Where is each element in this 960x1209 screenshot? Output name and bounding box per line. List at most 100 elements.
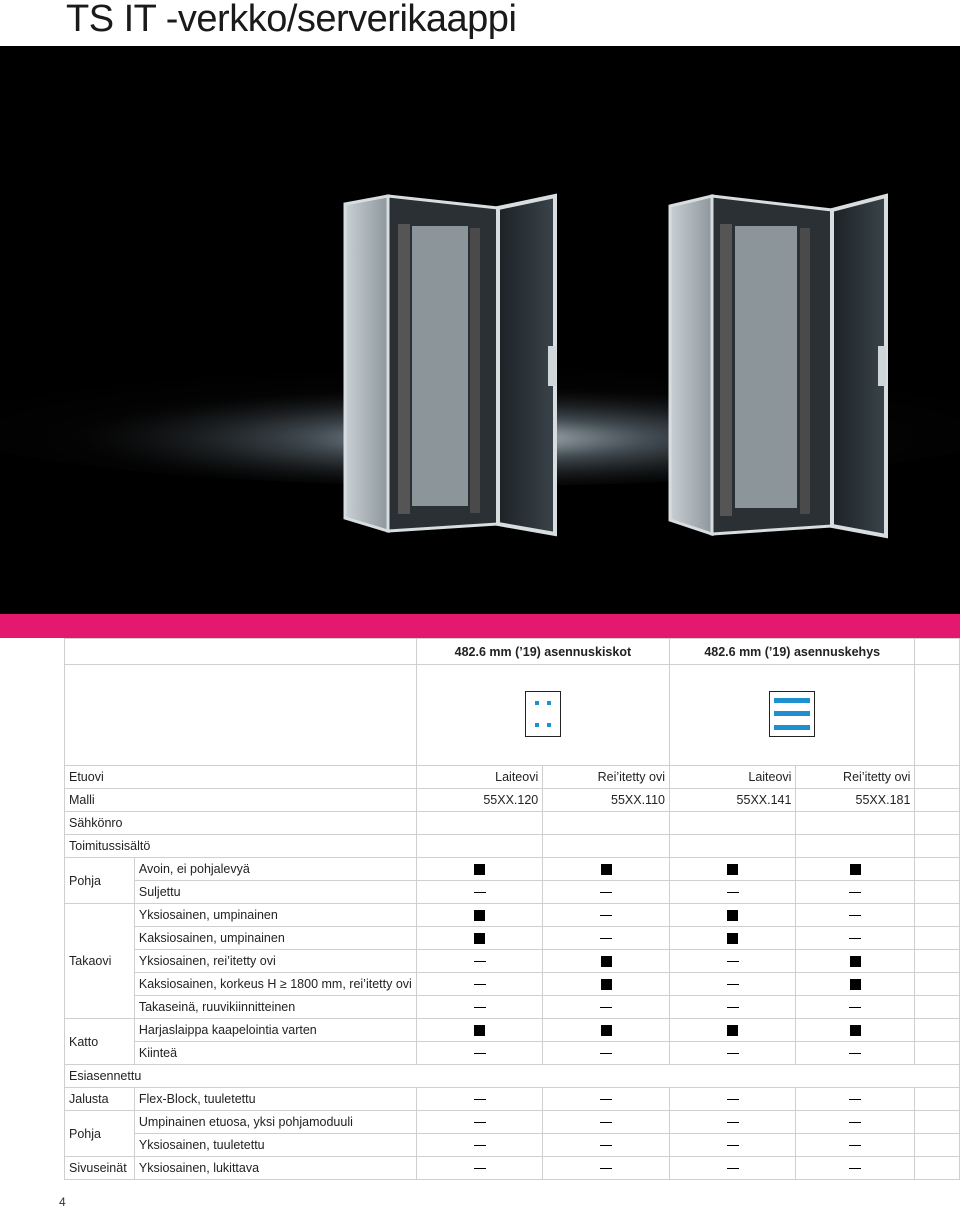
right-cabinet: [668, 193, 888, 539]
model-number: 55XX.120: [415, 788, 544, 812]
included-mark-icon: [849, 1025, 861, 1037]
page-number: 4: [59, 1195, 66, 1209]
product-photo: [0, 46, 960, 614]
not-included-dash-icon: [726, 1007, 739, 1009]
not-included-dash-icon: [473, 1099, 486, 1101]
option-label: Yksiosainen, tuuletettu: [133, 1133, 417, 1157]
table-row: Takaseinä, ruuvikiinnitteinen: [65, 995, 960, 1019]
accent-bar: [0, 614, 960, 638]
not-included-dash-icon: [600, 915, 613, 917]
included-mark-icon: [600, 956, 612, 968]
not-included-dash-icon: [726, 1145, 739, 1147]
included-mark-icon: [600, 1025, 612, 1037]
option-label: Yksiosainen, umpinainen: [133, 903, 417, 927]
row-label-esiasennettu: Esiasennettu: [64, 1064, 960, 1088]
option-label: Kiinteä: [133, 1041, 417, 1065]
group-header-frame: 482.6 mm (’19) asennuskehys: [668, 638, 916, 665]
not-included-dash-icon: [473, 1122, 486, 1124]
etuovi-value: Rei’itetty ovi: [542, 765, 670, 789]
frame-icon: [769, 690, 816, 737]
group-label: Pohja: [64, 1110, 135, 1157]
table-row: Takaovi Yksiosainen, umpinainen: [64, 903, 960, 1019]
not-included-dash-icon: [600, 1053, 613, 1055]
model-number: 55XX.141: [668, 788, 797, 812]
table-row: Pohja Avoin, ei pohjalevyä: [64, 857, 960, 904]
group-label: Sivuseinät: [64, 1156, 135, 1180]
page-title: TS IT -verkko/serverikaappi: [66, 0, 517, 40]
table-row: Yksiosainen, tuuletettu: [65, 1133, 960, 1157]
table-row: Kaksiosainen, korkeus H ≥ 1800 mm, rei’i…: [65, 972, 960, 996]
model-number: 55XX.181: [795, 788, 916, 812]
etuovi-value: Laiteovi: [668, 765, 797, 789]
option-label: Kaksiosainen, korkeus H ≥ 1800 mm, rei’i…: [133, 972, 417, 996]
included-mark-icon: [474, 933, 486, 945]
not-included-dash-icon: [849, 1145, 862, 1147]
table-row: Pohja Umpinainen etuosa, yksi pohjamoduul…: [64, 1110, 960, 1157]
etuovi-value: Rei’itetty ovi: [795, 765, 916, 789]
not-included-dash-icon: [849, 1168, 862, 1170]
row-label-toimitussisalto: Toimitussisältö: [64, 834, 417, 858]
option-label: Yksiosainen, rei’itetty ovi: [133, 949, 417, 973]
model-number: 55XX.110: [542, 788, 670, 812]
included-mark-icon: [600, 979, 612, 991]
group-header-rails: 482.6 mm (’19) asennuskiskot: [415, 638, 670, 665]
spec-table: 482.6 mm (’19) asennuskiskot 482.6 mm (’…: [64, 638, 960, 1180]
option-label: Flex-Block, tuuletettu: [133, 1087, 417, 1111]
included-mark-icon: [849, 864, 861, 876]
not-included-dash-icon: [726, 961, 739, 963]
option-label: Kaksiosainen, umpinainen: [133, 926, 417, 950]
option-label: Suljettu: [133, 880, 417, 904]
table-row: Katto Harjaslaippa kaapelointia varten: [64, 1018, 960, 1065]
option-label: Takaseinä, ruuvikiinnitteinen: [133, 995, 417, 1019]
table-row: Kiinteä: [65, 1041, 960, 1065]
not-included-dash-icon: [849, 1122, 862, 1124]
included-mark-icon: [727, 933, 739, 945]
not-included-dash-icon: [600, 1145, 613, 1147]
not-included-dash-icon: [600, 1099, 613, 1101]
not-included-dash-icon: [726, 1122, 739, 1124]
option-label: Avoin, ei pohjalevyä: [133, 857, 417, 881]
included-mark-icon: [727, 864, 739, 876]
group-label: Katto: [64, 1018, 135, 1065]
table-row: Yksiosainen, rei’itetty ovi: [65, 949, 960, 973]
not-included-dash-icon: [600, 1122, 613, 1124]
not-included-dash-icon: [849, 938, 862, 940]
not-included-dash-icon: [473, 961, 486, 963]
table-row: Suljettu: [65, 880, 960, 904]
not-included-dash-icon: [473, 1145, 486, 1147]
not-included-dash-icon: [473, 1053, 486, 1055]
not-included-dash-icon: [473, 984, 486, 986]
not-included-dash-icon: [600, 892, 613, 894]
not-included-dash-icon: [726, 1099, 739, 1101]
option-label: Harjaslaippa kaapelointia varten: [133, 1018, 417, 1042]
not-included-dash-icon: [849, 1099, 862, 1101]
table-row: Kaksiosainen, umpinainen: [65, 926, 960, 950]
group-label: Takaovi: [64, 903, 135, 1019]
not-included-dash-icon: [600, 1168, 613, 1170]
included-mark-icon: [849, 956, 861, 968]
table-row: Sivuseinät Yksiosainen, lukittava: [64, 1156, 960, 1180]
not-included-dash-icon: [726, 1168, 739, 1170]
etuovi-value: Laiteovi: [415, 765, 544, 789]
included-mark-icon: [727, 1025, 739, 1037]
included-mark-icon: [849, 979, 861, 991]
not-included-dash-icon: [849, 915, 862, 917]
not-included-dash-icon: [849, 1007, 862, 1009]
group-label: Pohja: [64, 857, 135, 904]
not-included-dash-icon: [473, 892, 486, 894]
not-included-dash-icon: [473, 1007, 486, 1009]
included-mark-icon: [474, 910, 486, 922]
not-included-dash-icon: [600, 938, 613, 940]
not-included-dash-icon: [849, 892, 862, 894]
group-label: Jalusta: [64, 1087, 135, 1111]
included-mark-icon: [600, 864, 612, 876]
cabinet-photo-illustration: [0, 46, 960, 614]
left-cabinet: [343, 193, 557, 537]
not-included-dash-icon: [849, 1053, 862, 1055]
included-mark-icon: [474, 864, 486, 876]
row-label-etuovi: Etuovi: [64, 765, 417, 789]
option-label: Umpinainen etuosa, yksi pohjamoduuli: [133, 1110, 417, 1134]
not-included-dash-icon: [473, 1168, 486, 1170]
included-mark-icon: [727, 910, 739, 922]
row-label-malli: Malli: [64, 788, 417, 812]
